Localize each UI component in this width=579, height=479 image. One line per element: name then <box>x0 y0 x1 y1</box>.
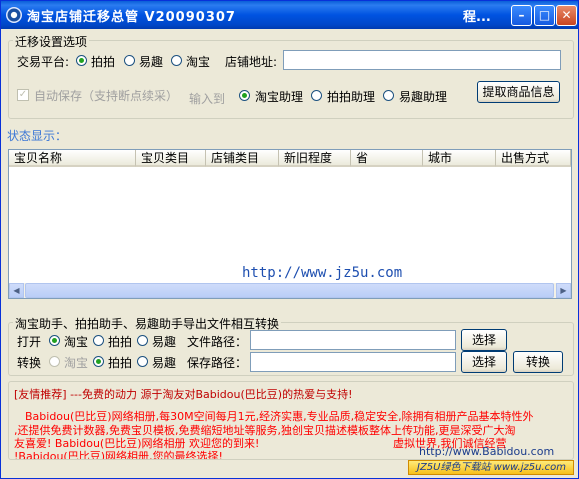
open-yiqu-label[interactable]: 易趣 <box>152 333 176 350</box>
window-title-suffix: 程... <box>463 10 491 25</box>
promo-header: [友情推荐] ---免费的动力 源于淘友对Babidou(巴比豆)的热爱与支持! <box>14 388 353 401</box>
convert-group-title: 淘宝助手、拍拍助手、易趣助手导出文件相互转换 <box>13 315 282 332</box>
file-path-input[interactable] <box>250 330 456 350</box>
title-bar[interactable]: 淘宝店铺迁移总管 V20090307 程... – □ ✕ <box>1 1 578 29</box>
platform-paipai-label[interactable]: 拍拍 <box>91 53 115 70</box>
migration-settings-title: 迁移设置选项 <box>13 33 90 50</box>
column-header-condition[interactable]: 新旧程度 <box>279 150 351 167</box>
app-disc-icon <box>6 7 22 23</box>
open-radio-yiqu[interactable] <box>137 335 148 346</box>
status-label: 状态显示： <box>7 129 68 143</box>
minimize-button[interactable]: – <box>511 5 532 26</box>
platform-radio-taobao[interactable] <box>171 55 182 66</box>
file-path-label: 文件路径： <box>187 335 248 349</box>
table-header: 宝贝名称 宝贝类目 店铺类目 新旧程度 省 城市 出售方式 <box>9 150 571 167</box>
open-paipai-label[interactable]: 拍拍 <box>108 333 132 350</box>
shop-url-label: 店铺地址: <box>225 55 278 69</box>
scroll-left-icon[interactable]: ◀ <box>9 283 24 298</box>
convert-yiqu-label[interactable]: 易趣 <box>152 354 176 371</box>
autosave-checkbox: ✓ <box>17 89 29 101</box>
window-title: 淘宝店铺迁移总管 V20090307 <box>27 10 236 25</box>
scroll-right-icon[interactable]: ▶ <box>556 283 571 298</box>
open-radio-taobao[interactable] <box>49 335 60 346</box>
download-site-badge: JZ5U绿色下载站 www.jz5u.com <box>408 460 574 475</box>
choose-save-button[interactable]: 选择 <box>461 351 507 373</box>
app-window: 淘宝店铺迁移总管 V20090307 程... – □ ✕ 迁移设置选项 交易平… <box>0 0 579 479</box>
column-header-category[interactable]: 宝贝类目 <box>136 150 206 167</box>
promo-line-4: !Babidou(巴比豆)网络相册,您的最终选择! <box>14 450 223 460</box>
column-header-province[interactable]: 省 <box>351 150 423 167</box>
save-path-input[interactable] <box>250 352 456 372</box>
target-radio-taobao-assistant[interactable] <box>239 90 250 101</box>
save-path-label: 保存路径： <box>187 356 248 370</box>
promo-link[interactable]: http://www.Babidou.com <box>419 445 554 458</box>
platform-label: 交易平台: <box>17 55 70 69</box>
column-header-name[interactable]: 宝贝名称 <box>9 150 136 167</box>
convert-taobao-label: 淘宝 <box>64 356 89 370</box>
platform-radio-paipai[interactable] <box>76 55 87 66</box>
platform-taobao-label[interactable]: 淘宝 <box>186 53 210 70</box>
column-header-city[interactable]: 城市 <box>423 150 496 167</box>
convert-paipai-label[interactable]: 拍拍 <box>108 354 132 371</box>
convert-radio-taobao <box>49 356 60 367</box>
promo-panel: [友情推荐] ---免费的动力 源于淘友对Babidou(巴比豆)的热爱与支持!… <box>8 381 574 460</box>
target-radio-paipai-assistant[interactable] <box>311 90 322 101</box>
target-yiqu-assistant-label[interactable]: 易趣助理 <box>399 88 447 105</box>
platform-radio-yiqu[interactable] <box>124 55 135 66</box>
convert-radio-paipai[interactable] <box>93 356 104 367</box>
target-radio-yiqu-assistant[interactable] <box>383 90 394 101</box>
choose-file-button[interactable]: 选择 <box>461 329 507 351</box>
watermark-url: http://www.jz5u.com <box>242 265 403 281</box>
target-paipai-assistant-label[interactable]: 拍拍助理 <box>327 88 375 105</box>
fetch-products-button[interactable]: 提取商品信息 <box>477 81 560 103</box>
maximize-button[interactable]: □ <box>534 5 555 26</box>
open-taobao-label[interactable]: 淘宝 <box>64 333 88 350</box>
import-to-label: 输入到 <box>189 92 226 106</box>
target-taobao-assistant-label[interactable]: 淘宝助理 <box>255 88 303 105</box>
open-radio-paipai[interactable] <box>93 335 104 346</box>
scroll-thumb[interactable] <box>25 283 554 298</box>
product-table[interactable]: 宝贝名称 宝贝类目 店铺类目 新旧程度 省 城市 出售方式 http://www… <box>8 149 572 299</box>
column-header-sale-method[interactable]: 出售方式 <box>496 150 571 167</box>
shop-url-input[interactable] <box>283 50 561 70</box>
open-label: 打开 <box>17 335 42 349</box>
autosave-label: 自动保存（支持断点续采） <box>34 89 179 103</box>
convert-radio-yiqu[interactable] <box>137 356 148 367</box>
horizontal-scrollbar[interactable]: ◀ ▶ <box>9 283 571 298</box>
convert-button[interactable]: 转换 <box>513 351 563 373</box>
close-button[interactable]: ✕ <box>556 5 577 26</box>
platform-yiqu-label[interactable]: 易趣 <box>139 53 163 70</box>
column-header-shop-category[interactable]: 店铺类目 <box>206 150 279 167</box>
convert-label: 转换 <box>17 356 42 370</box>
